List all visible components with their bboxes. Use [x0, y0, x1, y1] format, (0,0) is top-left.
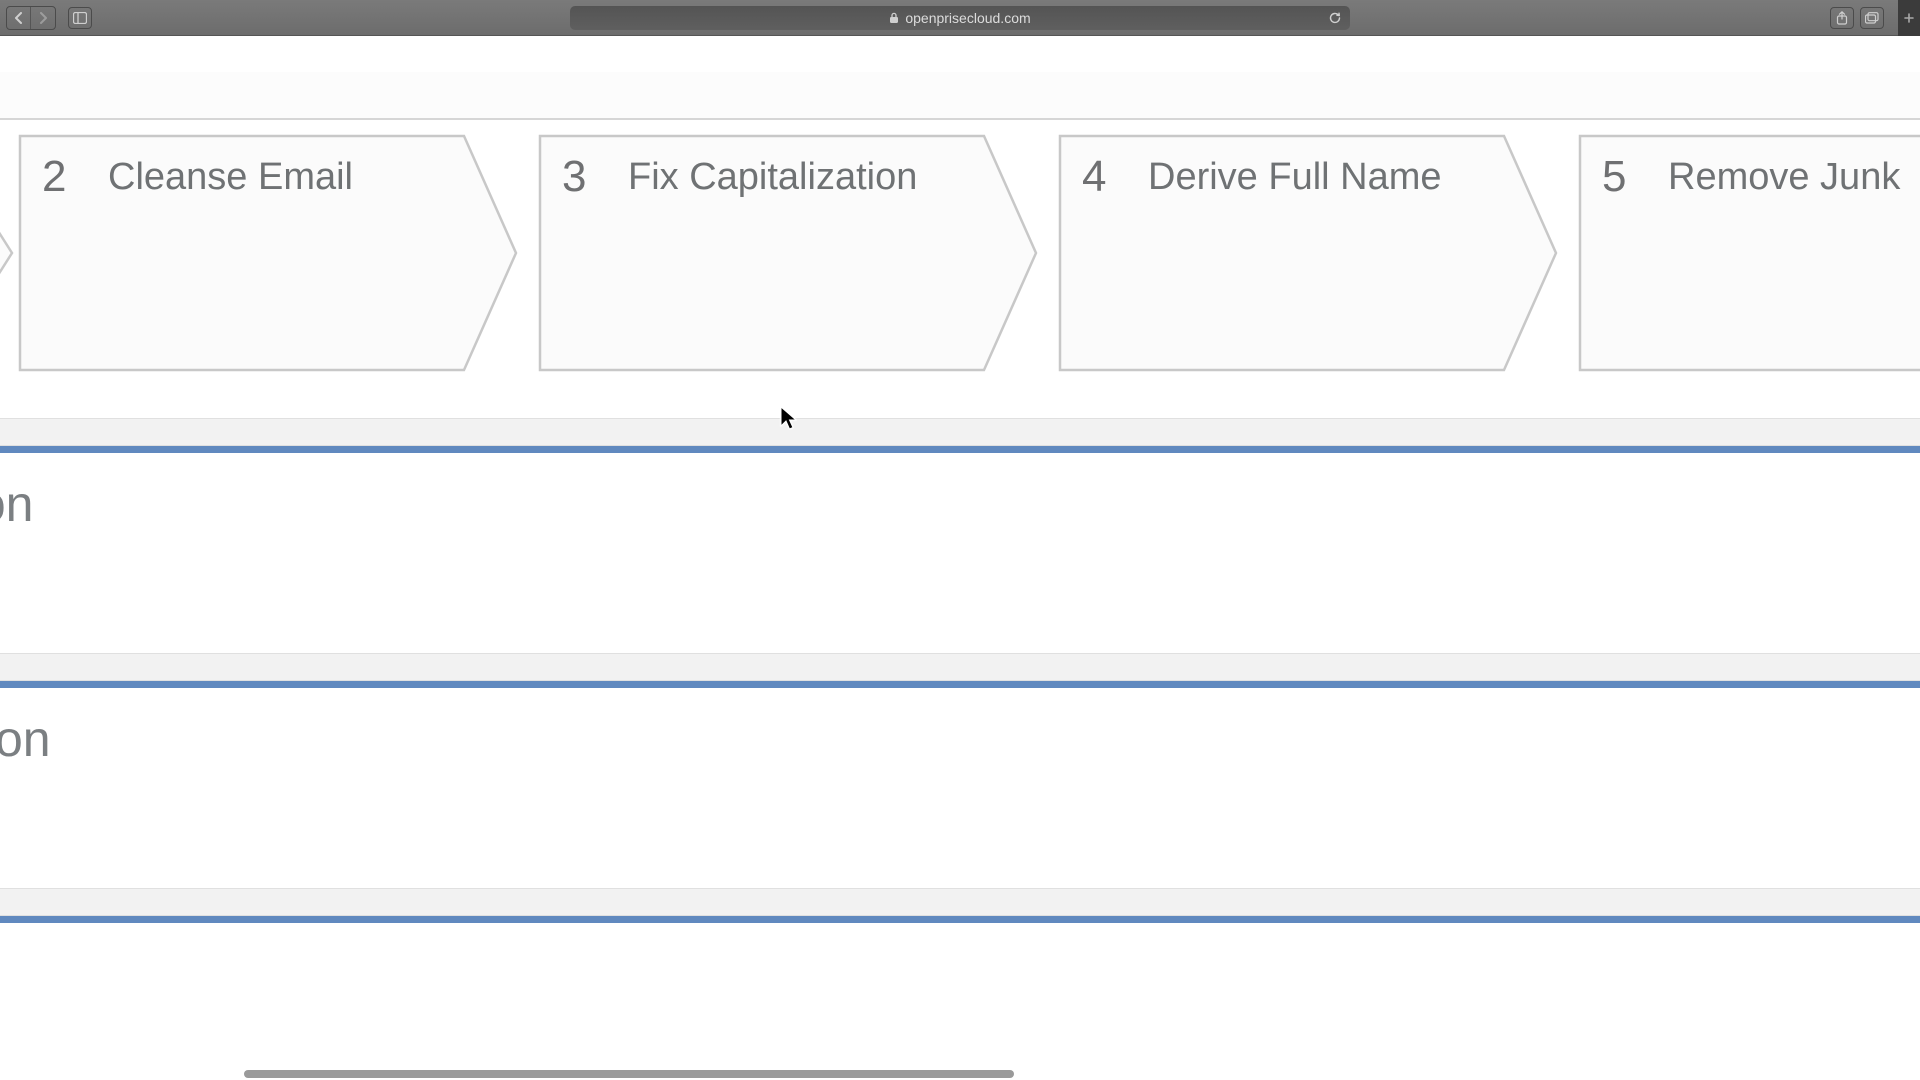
- section-title-fragment: plication: [0, 475, 33, 533]
- share-button[interactable]: [1830, 7, 1854, 29]
- plus-icon: [1903, 12, 1915, 24]
- step-label: Remove Junk: [1668, 156, 1900, 199]
- new-tab-button[interactable]: [1898, 0, 1920, 36]
- step-card-3[interactable]: 3 Fix Capitalization: [538, 134, 1038, 372]
- section-unknown-tion[interactable]: tion: [0, 688, 1920, 888]
- step-number: 5: [1602, 152, 1626, 202]
- step-label: Cleanse Email: [108, 156, 353, 199]
- reload-icon[interactable]: [1328, 11, 1342, 25]
- chevron-left-icon: [14, 12, 24, 24]
- browser-toolbar: openprisecloud.com: [0, 0, 1920, 36]
- step-number: 3: [562, 152, 586, 202]
- lock-icon: [889, 12, 899, 24]
- section-divider: [0, 653, 1920, 681]
- tabs-icon: [1865, 12, 1879, 24]
- section-title-fragment: tion: [0, 710, 51, 768]
- address-bar[interactable]: openprisecloud.com: [570, 6, 1350, 30]
- forward-button[interactable]: [31, 7, 55, 29]
- section-divider: [0, 888, 1920, 916]
- horizontal-scrollbar[interactable]: [0, 1067, 1920, 1080]
- step-card-5[interactable]: 5 Remove Junk: [1578, 134, 1920, 372]
- tabs-button[interactable]: [1860, 7, 1884, 29]
- page-canvas: 2 Cleanse Email 3 Fix Capitalization 4 D…: [0, 36, 1920, 1080]
- step-number: 2: [42, 152, 66, 202]
- nav-back-forward-group: [6, 6, 56, 30]
- section-accent-line: [0, 681, 1920, 688]
- section-deduplication[interactable]: plication: [0, 453, 1920, 653]
- sidebar-icon: [73, 12, 87, 24]
- sidebar-toggle-button[interactable]: [68, 7, 92, 29]
- pipeline-steps-row: 2 Cleanse Email 3 Fix Capitalization 4 D…: [18, 134, 1920, 372]
- section-accent-line: [0, 916, 1920, 923]
- page-viewport: 2 Cleanse Email 3 Fix Capitalization 4 D…: [0, 36, 1920, 1080]
- scrollbar-thumb[interactable]: [244, 1070, 1014, 1078]
- share-icon: [1836, 11, 1848, 25]
- step-card-2[interactable]: 2 Cleanse Email: [18, 134, 518, 372]
- section-divider: [0, 418, 1920, 446]
- step-label: Derive Full Name: [1148, 156, 1442, 199]
- chevron-right-icon: [38, 12, 48, 24]
- step-label: Fix Capitalization: [628, 156, 917, 199]
- nav-button-group: [6, 6, 92, 30]
- back-button[interactable]: [7, 7, 31, 29]
- section-accent-line: [0, 446, 1920, 453]
- step-number: 4: [1082, 152, 1106, 202]
- step-card-prev-tip: [0, 134, 16, 372]
- address-text: openprisecloud.com: [905, 10, 1030, 26]
- step-card-4[interactable]: 4 Derive Full Name: [1058, 134, 1558, 372]
